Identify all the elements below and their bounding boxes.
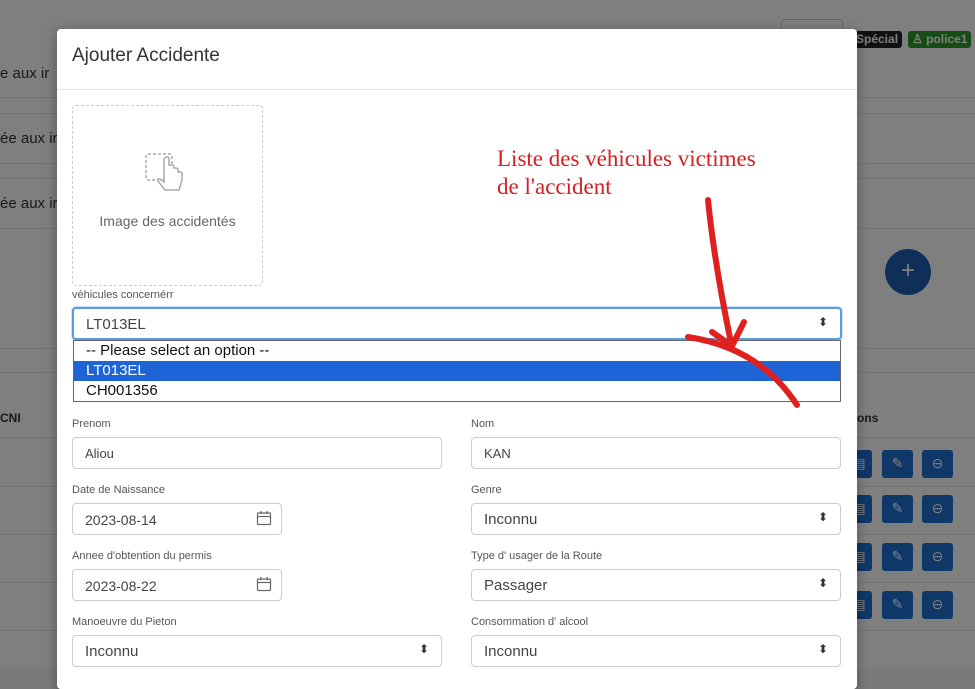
- alcool-label: Consommation d' alcool: [471, 616, 589, 628]
- select-caret-icon: ⬍: [817, 510, 828, 524]
- annee-permis-input[interactable]: 2023-08-22: [72, 569, 282, 601]
- vehicle-option[interactable]: -- Please select an option --: [74, 341, 840, 361]
- manoeuvre-select[interactable]: Inconnu ⬍: [72, 635, 442, 667]
- hand-pointer-icon: [145, 153, 183, 191]
- select-caret-icon: ⬍: [817, 315, 828, 329]
- vehicles-select[interactable]: LT013EL ⬍: [72, 307, 842, 340]
- modal-title: Ajouter Accidente: [72, 45, 220, 66]
- select-caret-icon: ⬍: [418, 642, 429, 656]
- vehicle-option[interactable]: CH001356: [74, 381, 840, 401]
- calendar-icon[interactable]: [256, 510, 272, 526]
- type-usager-select[interactable]: Passager ⬍: [471, 569, 841, 601]
- alcool-select[interactable]: Inconnu ⬍: [471, 635, 841, 667]
- modal-header: Ajouter Accidente: [57, 29, 857, 90]
- prenom-input[interactable]: Aliou: [72, 437, 442, 469]
- image-upload-dropzone[interactable]: Image des accidentés: [72, 105, 263, 286]
- vehicles-label: véhicules concernérr: [72, 289, 174, 301]
- annotation-text: Liste des véhicules victimes de l'accide…: [497, 146, 756, 199]
- vehicle-option-selected[interactable]: LT013EL: [74, 361, 840, 381]
- date-naissance-input[interactable]: 2023-08-14: [72, 503, 282, 535]
- select-caret-icon: ⬍: [817, 642, 828, 656]
- nom-input[interactable]: KAN: [471, 437, 841, 469]
- vehicles-dropdown-list[interactable]: -- Please select an option -- LT013EL CH…: [73, 340, 841, 402]
- genre-label: Genre: [471, 484, 502, 496]
- nom-label: Nom: [471, 418, 495, 430]
- image-upload-label: Image des accidentés: [99, 213, 236, 229]
- manoeuvre-label: Manoeuvre du Pieton: [72, 616, 177, 628]
- date-naissance-label: Date de Naissance: [72, 484, 165, 496]
- annee-permis-label: Annee d'obtention du permis: [72, 550, 212, 562]
- select-caret-icon: ⬍: [817, 576, 828, 590]
- type-usager-label: Type d' usager de la Route: [471, 550, 603, 562]
- add-accident-modal: Ajouter Accidente Image des accidentés v…: [57, 29, 857, 689]
- genre-select[interactable]: Inconnu ⬍: [471, 503, 841, 535]
- prenom-label: Prenom: [72, 418, 111, 430]
- calendar-icon[interactable]: [256, 576, 272, 592]
